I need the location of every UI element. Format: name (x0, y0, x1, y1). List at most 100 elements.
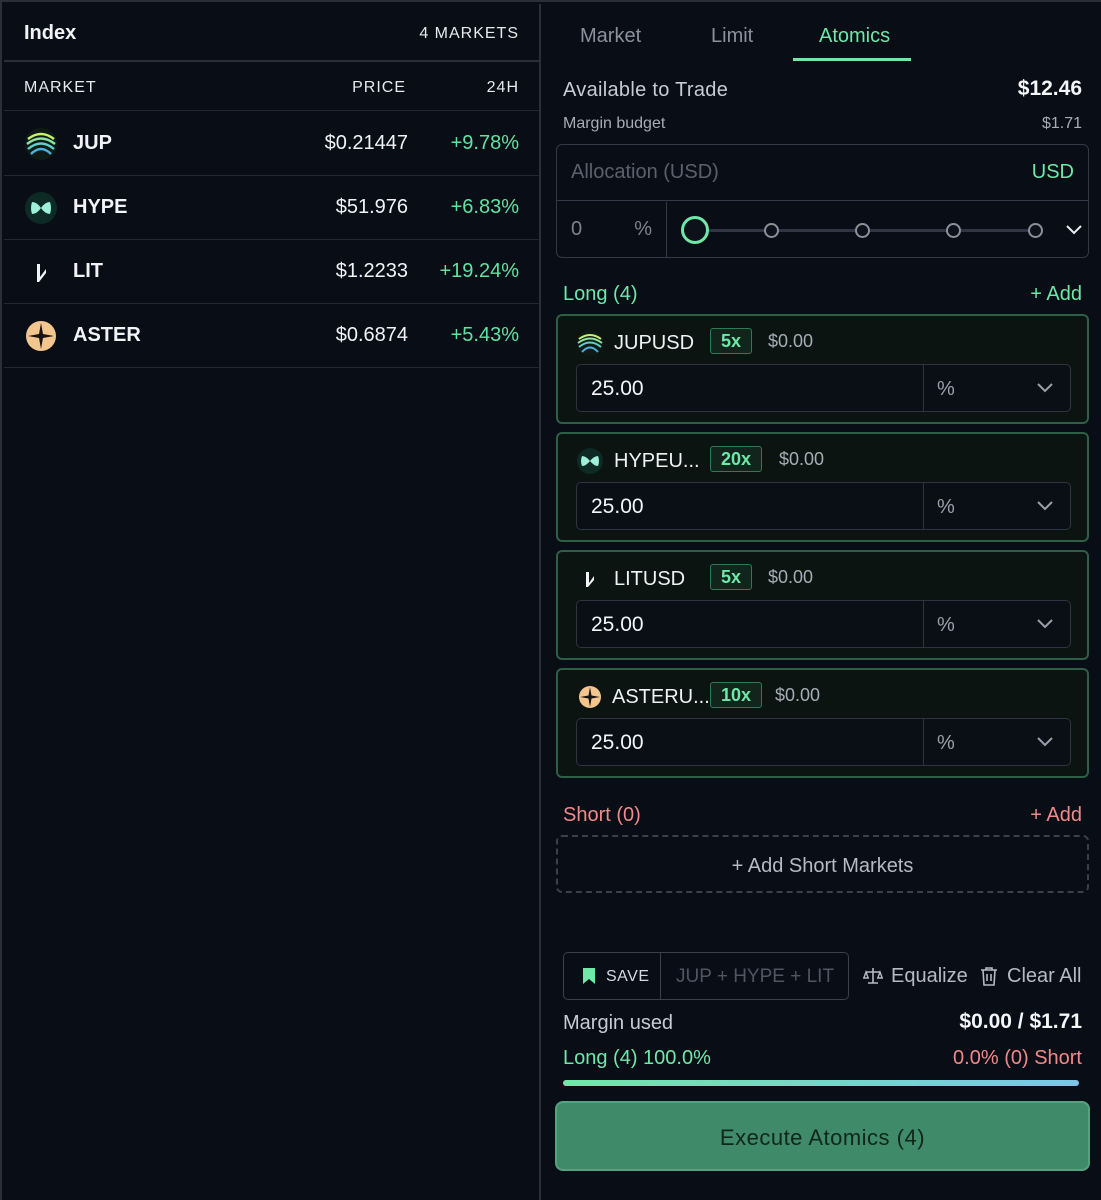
weight-input[interactable] (591, 613, 911, 637)
slider-step-25[interactable] (764, 223, 779, 238)
slider-step-50[interactable] (855, 223, 870, 238)
order-tabs: Market Limit Atomics (542, 4, 1101, 62)
slider-handle[interactable] (681, 216, 709, 244)
long-card-litusd: LITUSD 5x $0.00 % (556, 550, 1089, 660)
lit-icon (37, 264, 46, 282)
long-card-asterusd: ASTERU... 10x $0.00 % (556, 668, 1089, 778)
save-button[interactable]: SAVE (564, 953, 661, 999)
add-short-button[interactable]: + Add (1030, 804, 1082, 827)
weight-unit-select[interactable]: % (937, 614, 955, 637)
percent-field[interactable]: 0 % (557, 202, 667, 257)
bookmark-icon (583, 968, 595, 984)
app-root: Index 4 MARKETS MARKET PRICE 24H JUP $0.… (0, 0, 1101, 1200)
column-24h[interactable]: 24H (487, 79, 519, 97)
weight-input[interactable] (591, 495, 911, 519)
margin-used-value: $0.00 / $1.71 (959, 1010, 1082, 1033)
market-price: $1.2233 (335, 260, 408, 282)
market-row-lit[interactable]: LIT $1.2233 +19.24% (4, 240, 539, 304)
column-price[interactable]: PRICE (352, 79, 406, 97)
allocation-slider[interactable] (681, 215, 1043, 245)
slider-step-75[interactable] (946, 223, 961, 238)
weight-field: % (576, 718, 1071, 766)
weight-unit-select[interactable]: % (937, 732, 955, 755)
long-section-label: Long (4) (563, 283, 638, 305)
equalize-label: Equalize (891, 965, 968, 987)
basket-name-input[interactable] (676, 966, 836, 988)
card-market-name: LITUSD (614, 568, 686, 590)
market-table-header: MARKET PRICE 24H (4, 64, 539, 111)
market-price: $0.21447 (324, 132, 408, 154)
hype-icon (25, 192, 57, 224)
market-change: +6.83% (450, 196, 519, 218)
active-tab-indicator (793, 58, 911, 61)
margin-budget-value: $1.71 (1041, 115, 1082, 132)
available-label: Available to Trade (563, 79, 729, 101)
market-change: +5.43% (450, 324, 519, 346)
weight-input[interactable] (591, 731, 911, 755)
chevron-down-icon[interactable] (1036, 734, 1054, 750)
jup-icon (577, 330, 603, 356)
market-count: 4 MARKETS (419, 25, 519, 42)
leverage-badge[interactable]: 5x (710, 564, 753, 590)
market-change: +19.24% (439, 260, 519, 282)
tab-market[interactable]: Market (580, 25, 641, 48)
leverage-badge[interactable]: 5x (710, 328, 753, 354)
market-name: HYPE (73, 196, 128, 218)
margin-used-label: Margin used (563, 1012, 674, 1034)
trash-icon (981, 967, 997, 986)
aster-icon (579, 686, 601, 708)
percent-value: 0 (571, 218, 583, 240)
weight-unit-select[interactable]: % (937, 496, 955, 519)
scale-icon (863, 968, 883, 984)
card-market-name: HYPEU... (614, 450, 700, 472)
column-market[interactable]: MARKET (24, 79, 97, 97)
tab-atomics[interactable]: Atomics (819, 25, 890, 48)
short-section-label: Short (0) (563, 804, 641, 826)
market-name: LIT (73, 260, 103, 282)
chevron-down-icon[interactable] (1036, 380, 1054, 396)
add-long-button[interactable]: + Add (1030, 283, 1082, 306)
card-usd-value: $0.00 (779, 449, 825, 469)
long-ratio-fill (563, 1080, 1079, 1086)
field-divider (923, 483, 924, 529)
card-market-name: ASTERU... (612, 686, 710, 708)
field-divider (923, 719, 924, 765)
market-price: $0.6874 (335, 324, 408, 346)
allocation-input[interactable] (571, 161, 971, 184)
chevron-down-icon[interactable] (1036, 616, 1054, 632)
long-card-hypeusd: HYPEU... 20x $0.00 % (556, 432, 1089, 542)
add-short-markets-button[interactable]: + Add Short Markets (556, 835, 1089, 893)
jup-icon (25, 128, 57, 160)
long-split-label: Long (4) 100.0% (563, 1047, 711, 1069)
index-title: Index (24, 22, 77, 44)
field-divider (923, 365, 924, 411)
add-short-markets-label: + Add Short Markets (731, 855, 914, 877)
allocation-box: USD 0 % (556, 144, 1089, 258)
slider-step-100[interactable] (1028, 223, 1043, 238)
margin-budget-label: Margin budget (563, 115, 666, 132)
execute-atomics-button[interactable]: Execute Atomics (4) (555, 1101, 1090, 1171)
weight-input[interactable] (591, 377, 911, 401)
tab-limit[interactable]: Limit (711, 25, 753, 48)
lit-icon (586, 572, 594, 587)
weight-unit-select[interactable]: % (937, 378, 955, 401)
chevron-down-icon[interactable] (1036, 498, 1054, 514)
market-row-hype[interactable]: HYPE $51.976 +6.83% (4, 176, 539, 240)
long-card-jupusd: JUPUSD 5x $0.00 % (556, 314, 1089, 424)
leverage-badge[interactable]: 10x (710, 682, 763, 708)
market-change: +9.78% (450, 132, 519, 154)
market-row-jup[interactable]: JUP $0.21447 +9.78% (4, 112, 539, 176)
save-basket-group: SAVE (563, 952, 849, 1000)
execute-label: Execute Atomics (4) (719, 1125, 926, 1150)
short-split-label: 0.0% (0) Short (953, 1047, 1082, 1069)
available-value: $12.46 (1017, 77, 1082, 100)
weight-field: % (576, 364, 1071, 412)
allocation-unit-toggle[interactable]: USD (1032, 161, 1074, 184)
market-row-aster[interactable]: ASTER $0.6874 +5.43% (4, 304, 539, 368)
long-short-ratio-bar (563, 1080, 1079, 1086)
weight-field: % (576, 600, 1071, 648)
save-label: SAVE (606, 968, 650, 985)
chevron-down-icon[interactable] (1064, 221, 1084, 239)
percent-sign: % (634, 218, 652, 240)
leverage-badge[interactable]: 20x (710, 446, 763, 472)
